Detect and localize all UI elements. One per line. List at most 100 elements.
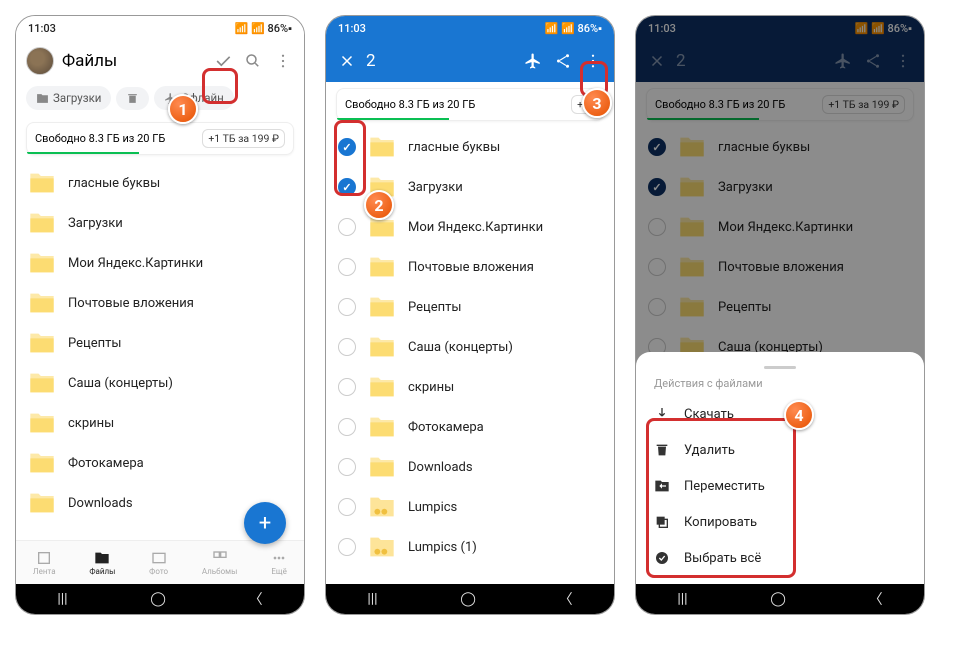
action-delete[interactable]: Удалить xyxy=(636,432,924,468)
list-item[interactable]: Почтовые вложения xyxy=(326,247,614,287)
action-download[interactable]: Скачать xyxy=(636,396,924,432)
selection-header: 2 xyxy=(326,40,614,82)
storage-upsell: +1 ТБ за 199 ₽ xyxy=(822,95,905,114)
storage-text: Свободно 8.3 ГБ из 20 ГБ xyxy=(345,98,563,111)
storage-progress xyxy=(337,118,449,121)
folder-label: скрины xyxy=(408,380,454,395)
sheet-handle-icon[interactable] xyxy=(764,366,796,369)
folder-label: Саша (концерты) xyxy=(408,340,513,355)
list-item[interactable]: Мои Яндекс.Картинки xyxy=(16,243,304,283)
folder-label: Lumpics (1) xyxy=(408,540,477,555)
badge-2: 2 xyxy=(364,190,394,220)
list-item[interactable]: гласные буквы xyxy=(16,163,304,203)
storage-text: Свободно 8.3 ГБ из 20 ГБ xyxy=(35,132,194,145)
checkbox xyxy=(648,298,666,316)
folder-label: Загрузки xyxy=(408,180,463,195)
checkbox[interactable] xyxy=(338,458,356,476)
list-item[interactable]: скрины xyxy=(16,403,304,443)
folder-list[interactable]: гласные буквы Загрузки Мои Яндекс.Картинки… xyxy=(16,163,304,540)
folder-label: Рецепты xyxy=(718,300,771,315)
close-icon[interactable] xyxy=(646,50,668,72)
back-button[interactable]: 〈 xyxy=(559,589,573,609)
storage-bar[interactable]: Свободно 8.3 ГБ из 20 ГБ +1 xyxy=(336,88,604,121)
share-icon[interactable] xyxy=(552,50,574,72)
list-item[interactable]: Загрузки xyxy=(16,203,304,243)
list-item[interactable]: Lumpics (1) xyxy=(326,527,614,567)
page-title: Файлы xyxy=(62,51,204,71)
chip-trash[interactable] xyxy=(116,87,149,110)
checkbox[interactable] xyxy=(338,138,356,156)
list-item[interactable]: Рецепты xyxy=(326,287,614,327)
folder-label: Lumpics xyxy=(408,500,457,515)
tab-more[interactable]: Ещё xyxy=(271,550,287,576)
folder-label: Мои Яндекс.Картинки xyxy=(68,256,203,271)
status-icons: 📶 📶 86%▪ xyxy=(855,22,912,35)
tab-photo[interactable]: Фото xyxy=(149,550,168,576)
chip-downloads[interactable]: Загрузки xyxy=(26,86,111,110)
storage-upsell[interactable]: +1 ТБ за 199 ₽ xyxy=(202,129,285,148)
list-item[interactable]: скрины xyxy=(326,367,614,407)
list-item[interactable]: гласные буквы xyxy=(326,127,614,167)
avatar[interactable] xyxy=(26,47,54,75)
list-item[interactable]: Lumpics xyxy=(326,487,614,527)
checkbox[interactable] xyxy=(338,498,356,516)
list-item[interactable]: Саша (концерты) xyxy=(326,327,614,367)
folder-label: Почтовые вложения xyxy=(68,296,194,311)
share-icon[interactable] xyxy=(862,50,884,72)
folder-label: гласные буквы xyxy=(408,140,500,155)
tab-albums[interactable]: Альбомы xyxy=(202,550,237,576)
system-nav: ||| ◯ 〈 xyxy=(16,584,304,614)
checkmark-icon[interactable] xyxy=(212,50,234,72)
screen-files: 11:03 📶 📶 86%▪ Файлы Загрузки Офлайн xyxy=(15,15,305,615)
list-item[interactable]: Фотокамера xyxy=(16,443,304,483)
checkbox[interactable] xyxy=(338,258,356,276)
action-select-all[interactable]: Выбрать всё xyxy=(636,540,924,576)
selection-count: 2 xyxy=(366,51,514,71)
selection-header: 2 xyxy=(636,40,924,82)
add-button[interactable]: + xyxy=(244,502,286,544)
airplane-icon[interactable] xyxy=(522,50,544,72)
checkbox[interactable] xyxy=(338,218,356,236)
checkbox[interactable] xyxy=(338,538,356,556)
search-icon[interactable] xyxy=(242,50,264,72)
more-icon[interactable] xyxy=(582,50,604,72)
checkbox[interactable] xyxy=(338,418,356,436)
recents-button[interactable]: ||| xyxy=(367,591,377,607)
list-item: Мои Яндекс.Картинки xyxy=(636,207,924,247)
more-icon[interactable] xyxy=(272,50,294,72)
recents-button[interactable]: ||| xyxy=(677,591,687,607)
list-item: Почтовые вложения xyxy=(636,247,924,287)
list-item[interactable]: Рецепты xyxy=(16,323,304,363)
back-button[interactable]: 〈 xyxy=(249,589,263,609)
sheet-title: Действия с файлами xyxy=(636,377,924,396)
status-icons: 📶 📶 86%▪ xyxy=(235,22,292,35)
home-button[interactable]: ◯ xyxy=(150,591,166,607)
list-item[interactable]: Фотокамера xyxy=(326,407,614,447)
more-icon[interactable] xyxy=(892,50,914,72)
recents-button[interactable]: ||| xyxy=(57,591,67,607)
checkbox[interactable] xyxy=(338,378,356,396)
action-sheet: Действия с файлами Скачать Удалить Перем… xyxy=(636,352,924,584)
list-item[interactable]: Почтовые вложения xyxy=(16,283,304,323)
back-button[interactable]: 〈 xyxy=(869,589,883,609)
checkbox[interactable] xyxy=(338,298,356,316)
folder-label: Загрузки xyxy=(68,216,123,231)
close-icon[interactable] xyxy=(336,50,358,72)
tab-files[interactable]: Файлы xyxy=(89,550,115,576)
checkbox[interactable] xyxy=(338,178,356,196)
action-move[interactable]: Переместить xyxy=(636,468,924,504)
action-copy[interactable]: Копировать xyxy=(636,504,924,540)
folder-label: Почтовые вложения xyxy=(718,260,844,275)
status-time: 11:03 xyxy=(338,22,366,35)
storage-bar[interactable]: Свободно 8.3 ГБ из 20 ГБ +1 ТБ за 199 ₽ xyxy=(26,122,294,155)
home-button[interactable]: ◯ xyxy=(460,591,476,607)
system-nav: ||| ◯ 〈 xyxy=(636,584,924,614)
screen-selection: 11:03 📶 📶 86%▪ 2 Свободно 8.3 ГБ из 20 Г… xyxy=(325,15,615,615)
storage-bar: Свободно 8.3 ГБ из 20 ГБ +1 ТБ за 199 ₽ xyxy=(646,88,914,121)
tab-feed[interactable]: Лента xyxy=(33,550,56,576)
home-button[interactable]: ◯ xyxy=(770,591,786,607)
checkbox[interactable] xyxy=(338,338,356,356)
airplane-icon[interactable] xyxy=(832,50,854,72)
list-item[interactable]: Саша (концерты) xyxy=(16,363,304,403)
list-item[interactable]: Downloads xyxy=(326,447,614,487)
